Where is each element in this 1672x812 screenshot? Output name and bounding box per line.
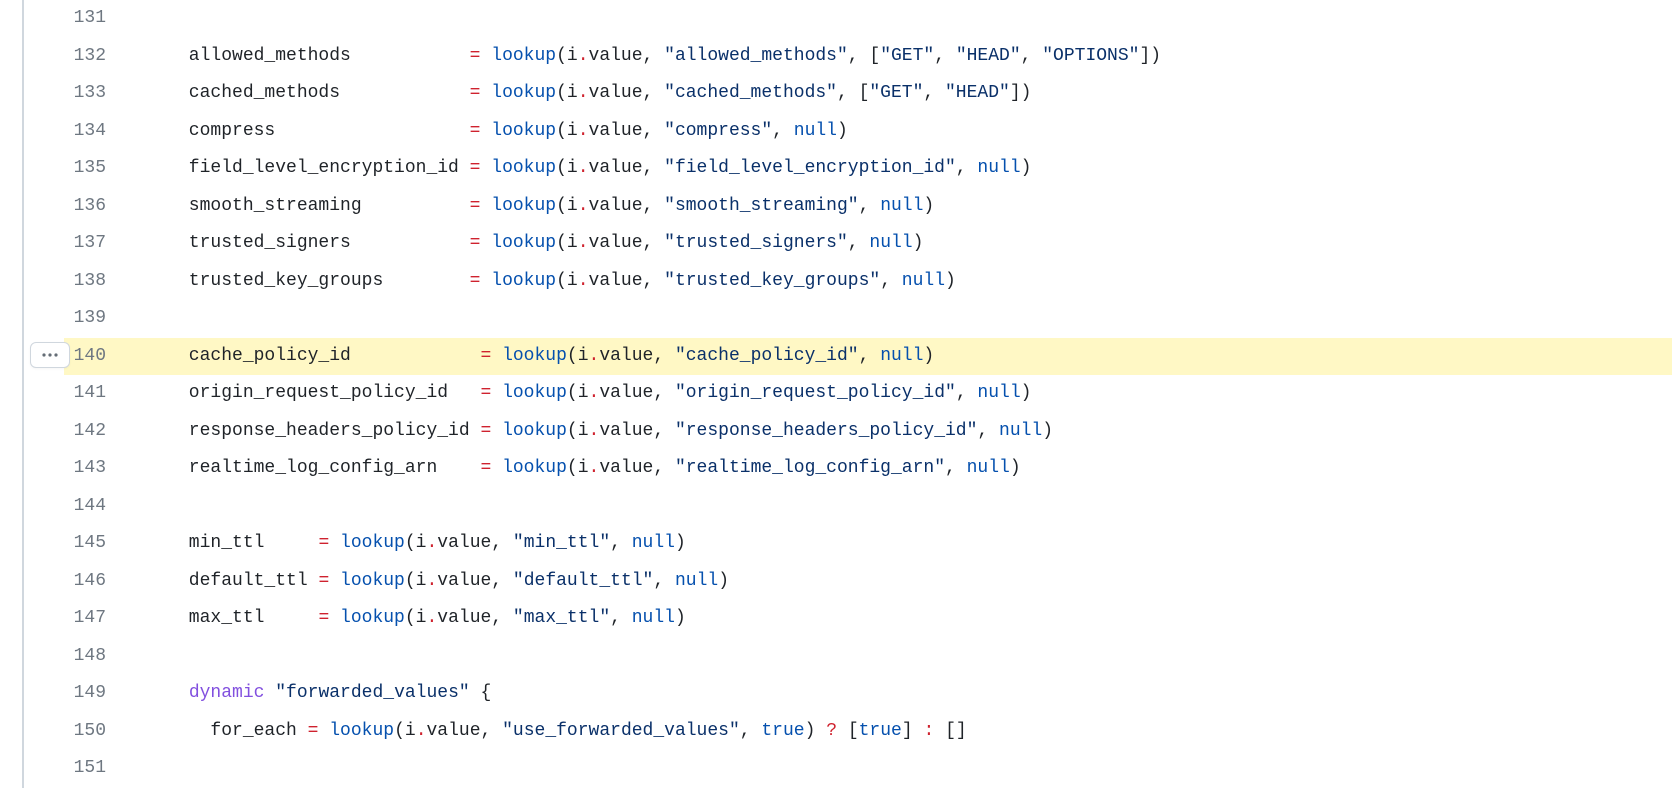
line-number[interactable]: 145 [64,525,124,557]
code-content [124,0,1672,5]
line-number[interactable]: 142 [64,413,124,445]
code-row[interactable]: 139 [64,300,1672,338]
code-row[interactable]: 141 origin_request_policy_id = lookup(i.… [64,375,1672,413]
code-content: allowed_methods = lookup(i.value, "allow… [124,38,1672,70]
code-content: default_ttl = lookup(i.value, "default_t… [124,563,1672,595]
code-content: origin_request_policy_id = lookup(i.valu… [124,375,1672,407]
code-row[interactable]: 148 [64,638,1672,676]
code-content: trusted_key_groups = lookup(i.value, "tr… [124,263,1672,295]
line-number[interactable]: 144 [64,488,124,520]
line-number[interactable]: 136 [64,188,124,220]
line-number[interactable]: 140 [64,338,124,370]
code-content: response_headers_policy_id = lookup(i.va… [124,413,1672,445]
code-row[interactable]: 137 trusted_signers = lookup(i.value, "t… [64,225,1672,263]
code-viewer: 131 132 allowed_methods = lookup(i.value,… [22,0,1672,788]
code-row[interactable]: 131 [64,0,1672,38]
line-number[interactable]: 146 [64,563,124,595]
line-number[interactable]: 139 [64,300,124,332]
code-content: compress = lookup(i.value, "compress", n… [124,113,1672,145]
code-row[interactable]: 146 default_ttl = lookup(i.value, "defau… [64,563,1672,601]
code-row[interactable]: 144 [64,488,1672,526]
code-row[interactable]: 147 max_ttl = lookup(i.value, "max_ttl",… [64,600,1672,638]
line-number[interactable]: 133 [64,75,124,107]
line-number[interactable]: 132 [64,38,124,70]
code-row[interactable]: 143 realtime_log_config_arn = lookup(i.v… [64,450,1672,488]
line-number[interactable]: 143 [64,450,124,482]
line-number[interactable]: 138 [64,263,124,295]
line-actions-button[interactable] [30,342,70,368]
line-number[interactable]: 148 [64,638,124,670]
code-content: for_each = lookup(i.value, "use_forwarde… [124,713,1672,745]
line-number[interactable]: 147 [64,600,124,632]
line-number[interactable]: 131 [64,0,124,32]
code-row[interactable]: 140 cache_policy_id = lookup(i.value, "c… [64,338,1672,376]
line-number[interactable]: 150 [64,713,124,745]
code-content: cache_policy_id = lookup(i.value, "cache… [124,338,1672,370]
code-content: min_ttl = lookup(i.value, "min_ttl", nul… [124,525,1672,557]
code-content: cached_methods = lookup(i.value, "cached… [124,75,1672,107]
code-row[interactable]: 135 field_level_encryption_id = lookup(i… [64,150,1672,188]
code-row[interactable]: 133 cached_methods = lookup(i.value, "ca… [64,75,1672,113]
code-content [124,300,1672,305]
code-row[interactable]: 151 [64,750,1672,788]
line-number[interactable]: 151 [64,750,124,782]
code-content: dynamic "forwarded_values" { [124,675,1672,707]
line-number[interactable]: 141 [64,375,124,407]
code-row[interactable]: 136 smooth_streaming = lookup(i.value, "… [64,188,1672,226]
code-row[interactable]: 138 trusted_key_groups = lookup(i.value,… [64,263,1672,301]
code-row[interactable]: 149 dynamic "forwarded_values" { [64,675,1672,713]
code-row[interactable]: 142 response_headers_policy_id = lookup(… [64,413,1672,451]
code-row[interactable]: 150 for_each = lookup(i.value, "use_forw… [64,713,1672,751]
code-content: trusted_signers = lookup(i.value, "trust… [124,225,1672,257]
code-content: realtime_log_config_arn = lookup(i.value… [124,450,1672,482]
code-content [124,638,1672,643]
line-number[interactable]: 134 [64,113,124,145]
code-content: smooth_streaming = lookup(i.value, "smoo… [124,188,1672,220]
line-number[interactable]: 135 [64,150,124,182]
code-row[interactable]: 134 compress = lookup(i.value, "compress… [64,113,1672,151]
code-content: max_ttl = lookup(i.value, "max_ttl", nul… [124,600,1672,632]
code-row[interactable]: 145 min_ttl = lookup(i.value, "min_ttl",… [64,525,1672,563]
code-content [124,750,1672,755]
code-content: field_level_encryption_id = lookup(i.val… [124,150,1672,182]
code-row[interactable]: 132 allowed_methods = lookup(i.value, "a… [64,38,1672,76]
line-number[interactable]: 149 [64,675,124,707]
code-content [124,488,1672,493]
line-number[interactable]: 137 [64,225,124,257]
